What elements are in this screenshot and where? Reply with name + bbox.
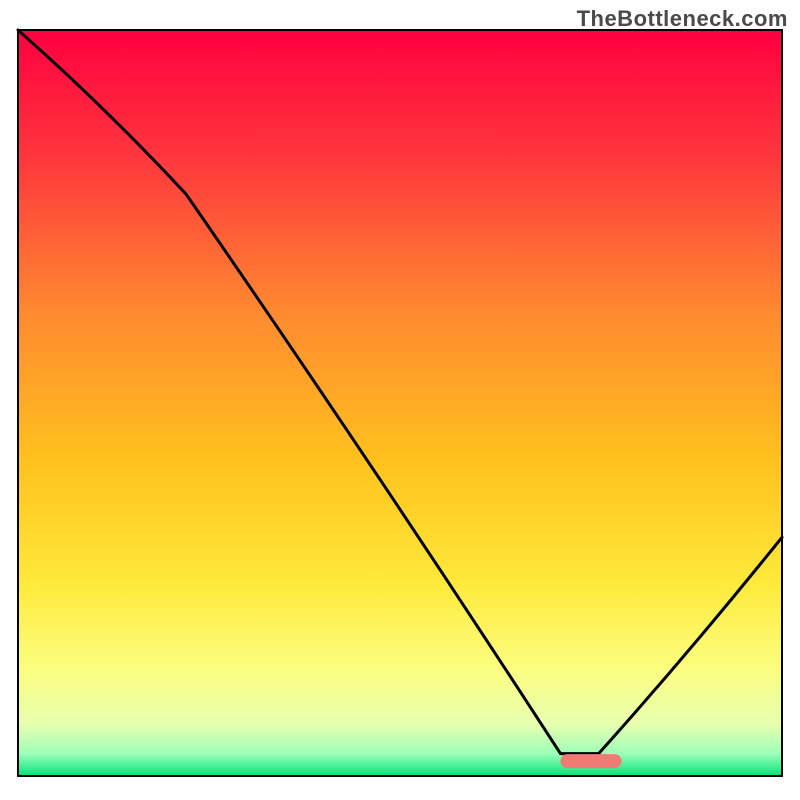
watermark-text: TheBottleneck.com — [577, 6, 788, 32]
bottleneck-curve-chart — [0, 0, 800, 800]
chart-container: TheBottleneck.com — [0, 0, 800, 800]
plot-background-gradient — [18, 30, 782, 776]
optimal-zone-marker — [560, 754, 621, 768]
